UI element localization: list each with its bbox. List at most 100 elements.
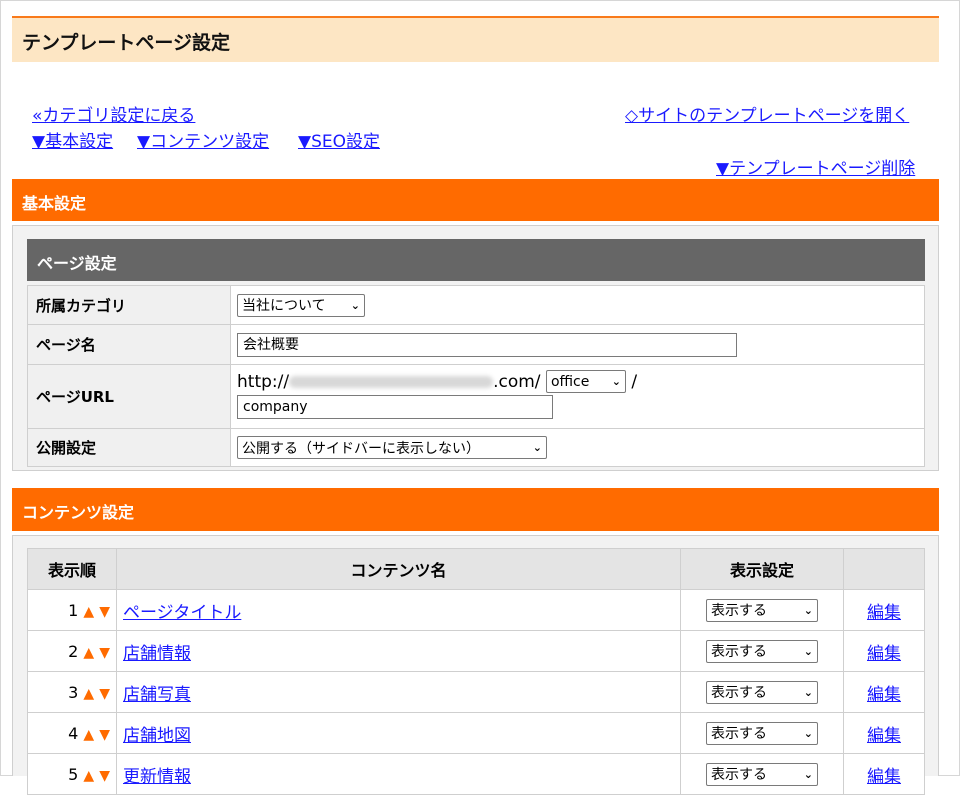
chevron-down-icon: ⌄ — [803, 767, 813, 781]
chevron-down-icon: ⌄ — [803, 685, 813, 699]
category-select-value: 当社について — [242, 298, 326, 314]
table-row: 1 ▲ ▼ ページタイトル 表示する ⌄ 編集 — [27, 589, 925, 631]
publish-select-value: 公開する（サイドバーに表示しない） — [242, 440, 480, 457]
publish-label: 公開設定 — [27, 428, 231, 467]
content-name-header: コンテンツ名 — [116, 548, 681, 590]
move-down-icon[interactable]: ▼ — [99, 686, 110, 702]
content-section-header: コンテンツ設定 — [12, 488, 939, 531]
edit-link[interactable]: 編集 — [867, 603, 901, 623]
content-name-cell: 店舗地図 — [116, 712, 681, 754]
category-row: 所属カテゴリ 当社について ⌄ — [27, 285, 925, 325]
page-settings-table: 所属カテゴリ 当社について ⌄ ページ名 会社概要 ページURL http://… — [27, 285, 925, 467]
basic-section-header: 基本設定 — [12, 179, 939, 221]
page-settings-title: ページ設定 — [37, 254, 117, 273]
order-cell: 1 ▲ ▼ — [27, 589, 117, 631]
chevron-down-icon: ⌄ — [611, 374, 621, 388]
publish-select[interactable]: 公開する（サイドバーに表示しない） ⌄ — [237, 436, 547, 459]
jump-content-link[interactable]: ▼コンテンツ設定 — [137, 127, 269, 152]
display-select[interactable]: 表示する ⌄ — [706, 721, 818, 745]
chevron-down-icon: ⌄ — [803, 726, 813, 740]
basic-settings-panel: ページ設定 所属カテゴリ 当社について ⌄ ページ名 会社概要 ページURL h… — [12, 225, 939, 471]
display-select[interactable]: 表示する ⌄ — [706, 762, 818, 786]
move-up-icon[interactable]: ▲ — [83, 604, 94, 620]
edit-link[interactable]: 編集 — [867, 685, 901, 705]
order-number: 3 — [68, 682, 79, 702]
page-name-row: ページ名 会社概要 — [27, 324, 925, 365]
url-directory-select[interactable]: office ⌄ — [545, 370, 626, 393]
open-site-template-link[interactable]: ◇サイトのテンプレートページを開く — [625, 101, 909, 126]
content-name-link[interactable]: 店舗地図 — [123, 726, 191, 746]
content-name-cell: ページタイトル — [116, 589, 681, 631]
move-down-icon[interactable]: ▼ — [99, 645, 110, 661]
publish-cell: 公開する（サイドバーに表示しない） ⌄ — [230, 428, 925, 467]
page-url-row: ページURL http:// .com/ office ⌄ / company — [27, 364, 925, 429]
edit-header — [843, 548, 925, 590]
category-cell: 当社について ⌄ — [230, 285, 925, 325]
move-up-icon[interactable]: ▲ — [83, 645, 94, 661]
page-name-cell: 会社概要 — [230, 324, 925, 365]
order-number: 5 — [68, 764, 79, 784]
content-name-link[interactable]: 店舗写真 — [123, 685, 191, 705]
display-select-value: 表示する — [711, 603, 767, 619]
edit-link[interactable]: 編集 — [867, 767, 901, 787]
content-name-link[interactable]: ページタイトル — [123, 603, 241, 623]
order-cell: 4 ▲ ▼ — [27, 712, 117, 754]
order-cell: 2 ▲ ▼ — [27, 630, 117, 672]
content-name-link[interactable]: 店舗情報 — [123, 644, 191, 664]
display-header: 表示設定 — [680, 548, 844, 590]
display-select[interactable]: 表示する ⌄ — [706, 639, 818, 663]
chevron-down-icon: ⌄ — [532, 441, 542, 454]
move-up-icon[interactable]: ▲ — [83, 727, 94, 743]
url-directory-value: office — [550, 373, 590, 390]
edit-cell: 編集 — [843, 671, 925, 713]
delete-template-link[interactable]: ▼テンプレートページ削除 — [716, 154, 915, 179]
move-down-icon[interactable]: ▼ — [99, 727, 110, 743]
content-table: 表示順 コンテンツ名 表示設定 1 ▲ ▼ ページタイトル 表示する ⌄ 編集 — [27, 548, 925, 795]
table-row: 2 ▲ ▼ 店舗情報 表示する ⌄ 編集 — [27, 630, 925, 672]
jump-seo-link[interactable]: ▼SEO設定 — [298, 127, 380, 152]
url-slash: / — [631, 371, 638, 392]
page-url-cell: http:// .com/ office ⌄ / company — [230, 364, 925, 429]
order-cell: 5 ▲ ▼ — [27, 753, 117, 795]
edit-link[interactable]: 編集 — [867, 726, 901, 746]
page-name-input[interactable]: 会社概要 — [237, 332, 737, 357]
display-cell: 表示する ⌄ — [680, 589, 844, 631]
display-cell: 表示する ⌄ — [680, 753, 844, 795]
edit-link[interactable]: 編集 — [867, 644, 901, 664]
display-select[interactable]: 表示する ⌄ — [706, 680, 818, 704]
display-select-value: 表示する — [711, 644, 767, 660]
display-cell: 表示する ⌄ — [680, 712, 844, 754]
page-url-label: ページURL — [27, 364, 231, 429]
content-name-cell: 店舗情報 — [116, 630, 681, 672]
order-cell: 3 ▲ ▼ — [27, 671, 117, 713]
page-header: テンプレートページ設定 — [12, 16, 939, 62]
basic-section-title: 基本設定 — [22, 194, 87, 213]
move-up-icon[interactable]: ▲ — [83, 686, 94, 702]
display-select-value: 表示する — [711, 726, 767, 742]
publish-row: 公開設定 公開する（サイドバーに表示しない） ⌄ — [27, 428, 925, 467]
category-label: 所属カテゴリ — [27, 285, 231, 325]
move-down-icon[interactable]: ▼ — [99, 604, 110, 620]
page-name-label: ページ名 — [27, 324, 231, 365]
chevron-down-icon: ⌄ — [803, 603, 813, 617]
order-number: 4 — [68, 723, 79, 743]
edit-cell: 編集 — [843, 589, 925, 631]
content-header-row: 表示順 コンテンツ名 表示設定 — [27, 548, 925, 590]
category-select[interactable]: 当社について ⌄ — [237, 293, 365, 317]
content-name-link[interactable]: 更新情報 — [123, 767, 191, 787]
back-to-category-link[interactable]: «カテゴリ設定に戻る — [32, 101, 195, 126]
page-settings-subheader: ページ設定 — [27, 239, 925, 281]
table-row: 4 ▲ ▼ 店舗地図 表示する ⌄ 編集 — [27, 712, 925, 754]
blurred-domain — [289, 375, 494, 388]
display-select-value: 表示する — [711, 767, 767, 783]
url-slug-input[interactable]: company — [237, 394, 553, 419]
table-row: 3 ▲ ▼ 店舗写真 表示する ⌄ 編集 — [27, 671, 925, 713]
display-select[interactable]: 表示する ⌄ — [706, 598, 818, 622]
display-select-value: 表示する — [711, 685, 767, 701]
edit-cell: 編集 — [843, 753, 925, 795]
content-name-cell: 更新情報 — [116, 753, 681, 795]
chevron-down-icon: ⌄ — [803, 644, 813, 658]
jump-basic-link[interactable]: ▼基本設定 — [32, 127, 113, 152]
edit-cell: 編集 — [843, 630, 925, 672]
content-name-cell: 店舗写真 — [116, 671, 681, 713]
